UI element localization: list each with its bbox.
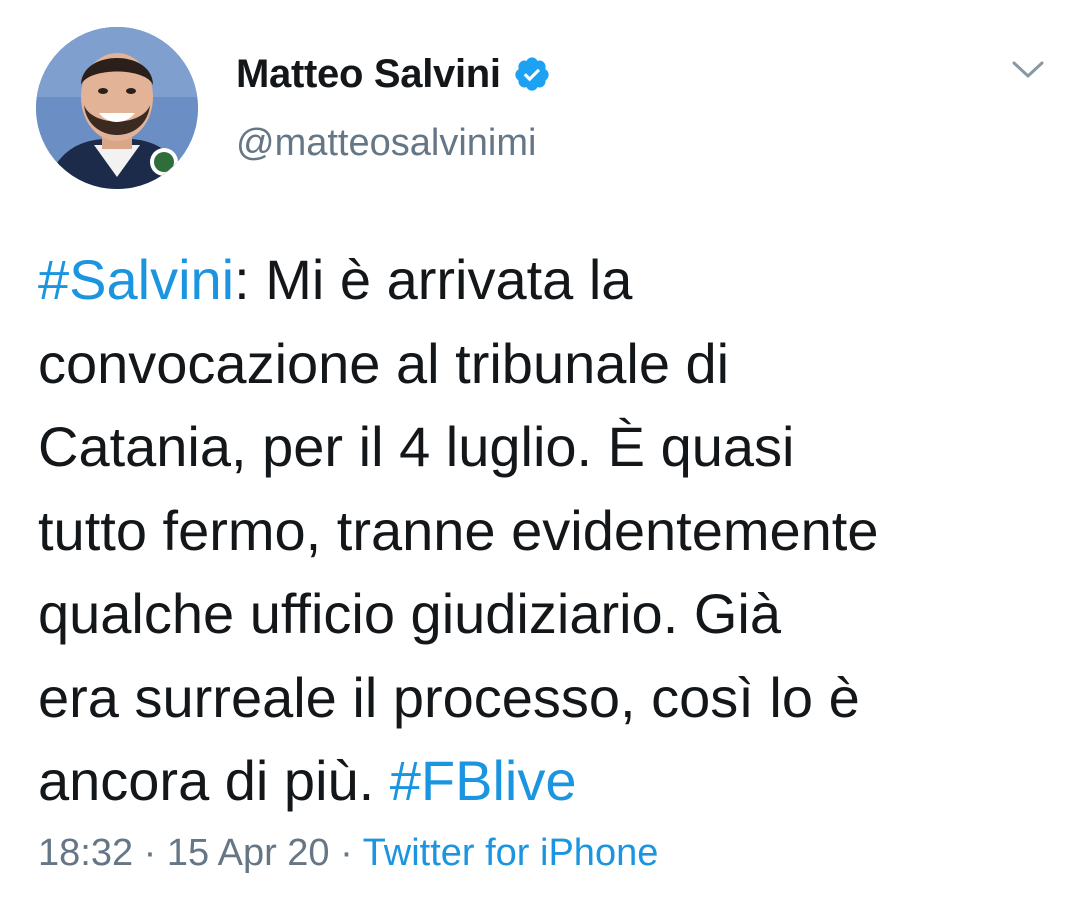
tweet-line: qualche ufficio giudiziario. Già — [38, 582, 781, 645]
tweet-line: convocazione al tribunale di — [38, 331, 730, 395]
display-name[interactable]: Matteo Salvini — [236, 52, 501, 97]
tweet-line: #Salvini: Mi è arrivata la — [38, 238, 1048, 322]
meta-separator: · — [329, 832, 363, 874]
tweet-date[interactable]: 15 Apr 20 — [167, 832, 330, 874]
tweet-text-segment: : Mi è arrivata la — [234, 248, 633, 311]
avatar[interactable] — [36, 27, 198, 189]
tweet-meta: 18:32 · 15 Apr 20 · Twitter for iPhone — [38, 832, 658, 875]
avatar-image — [36, 27, 198, 189]
tweet-time[interactable]: 18:32 — [38, 832, 133, 874]
tweet-line: Catania, per il 4 luglio. È quasi — [38, 415, 795, 478]
tweet-line: era surreale il processo, così lo è — [38, 665, 860, 729]
tweet-text-segment: ancora di più. — [38, 749, 390, 812]
chevron-down-icon[interactable] — [1010, 56, 1046, 84]
verified-badge-icon — [515, 57, 549, 91]
hashtag-link[interactable]: #FBlive — [390, 749, 577, 812]
tweet-line: ancora di più. #FBlive — [38, 739, 1048, 823]
author-handle[interactable]: @matteosalvinimi — [236, 122, 536, 165]
tweet-source-link[interactable]: Twitter for iPhone — [363, 832, 659, 874]
author-name-row[interactable]: Matteo Salvini — [236, 46, 551, 102]
tweet-text: #Salvini: Mi è arrivata la convocazione … — [38, 238, 1048, 823]
tweet-line: tutto fermo, tranne evidentemente — [38, 498, 879, 562]
hashtag-link[interactable]: #Salvini — [38, 248, 234, 311]
tweet-card: Matteo Salvini @matteosalvinimi #Salvini… — [0, 0, 1074, 915]
meta-separator: · — [133, 832, 167, 874]
